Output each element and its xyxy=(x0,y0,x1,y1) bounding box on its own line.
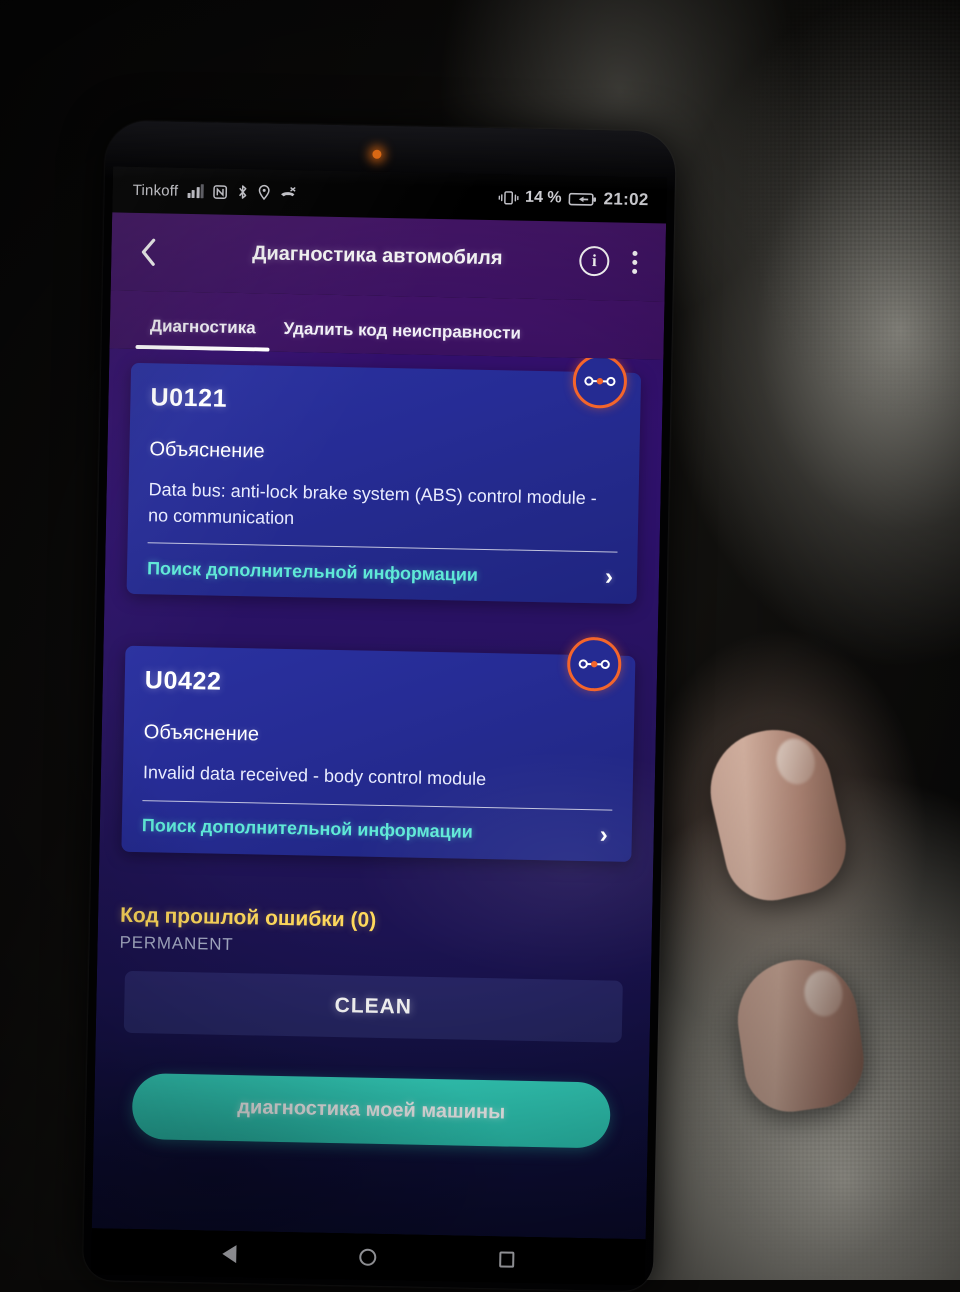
fault-code-card: U0121 Объяснение Data bus: anti-lock bra… xyxy=(127,363,642,604)
status-bar-right: 14 % 21:02 xyxy=(498,187,649,210)
location-icon xyxy=(258,184,271,200)
nav-home-icon[interactable] xyxy=(359,1248,376,1265)
phone-screen: Tinkoff 14 % xyxy=(92,166,667,1239)
page-title: Диагностика автомобиля xyxy=(169,240,579,274)
explanation-text: Data bus: anti-lock brake system (ABS) c… xyxy=(148,477,619,553)
android-nav-bar xyxy=(91,1228,646,1285)
signal-bars-icon xyxy=(187,184,204,198)
nav-back-icon[interactable] xyxy=(222,1245,236,1263)
fault-code-label: U0121 xyxy=(150,383,620,421)
nav-recents-icon[interactable] xyxy=(499,1251,514,1267)
clock-label: 21:02 xyxy=(603,189,648,210)
info-circle-icon[interactable]: i xyxy=(579,246,610,277)
notification-led xyxy=(372,150,381,159)
missed-call-icon xyxy=(280,186,297,200)
bluetooth-icon xyxy=(237,184,249,200)
vibrate-icon xyxy=(498,190,518,205)
fabric-texture-top xyxy=(700,0,960,540)
chevron-right-icon: › xyxy=(605,565,617,589)
explanation-heading: Объяснение xyxy=(144,721,614,753)
header-actions: i xyxy=(579,246,650,277)
tab-delete-fault-code[interactable]: Удалить код неисправности xyxy=(269,319,535,357)
fault-code-label: U0422 xyxy=(145,666,615,704)
nfc-icon xyxy=(213,184,228,199)
diagnose-my-car-button[interactable]: диагностика моей машины xyxy=(132,1073,611,1149)
back-button[interactable] xyxy=(125,237,170,268)
past-errors-title: Код прошлой ошибки (0) xyxy=(120,903,630,937)
carrier-label: Tinkoff xyxy=(132,181,178,199)
status-bar-left: Tinkoff xyxy=(132,181,296,201)
diagnostics-content: U0121 Объяснение Data bus: anti-lock bra… xyxy=(92,348,664,1239)
search-more-info-label: Поиск дополнительной информации xyxy=(147,558,478,586)
cta-container: диагностика моей машины xyxy=(116,1032,628,1148)
clean-button[interactable]: CLEAN xyxy=(124,970,623,1042)
tab-diagnostics[interactable]: Диагностика xyxy=(135,316,269,352)
thumbnail-lower xyxy=(801,968,845,1019)
past-errors-subtitle: PERMANENT xyxy=(119,932,629,962)
past-errors-section: Код прошлой ошибки (0) PERMANENT CLEAN xyxy=(118,903,630,1042)
chevron-right-icon: › xyxy=(600,823,612,847)
chevron-left-icon xyxy=(139,237,157,267)
kebab-menu-icon[interactable] xyxy=(623,250,645,273)
fault-code-card: U0422 Объяснение Invalid data received -… xyxy=(121,646,635,862)
search-more-info-label: Поиск дополнительной информации xyxy=(142,815,473,843)
app-header: Диагностика автомобиля i xyxy=(111,212,666,301)
battery-charging-icon xyxy=(568,191,596,207)
explanation-heading: Объяснение xyxy=(149,438,619,470)
thumbnail-upper xyxy=(772,735,819,788)
phone-device: Tinkoff 14 % xyxy=(83,120,676,1291)
battery-percent-label: 14 % xyxy=(525,189,562,208)
